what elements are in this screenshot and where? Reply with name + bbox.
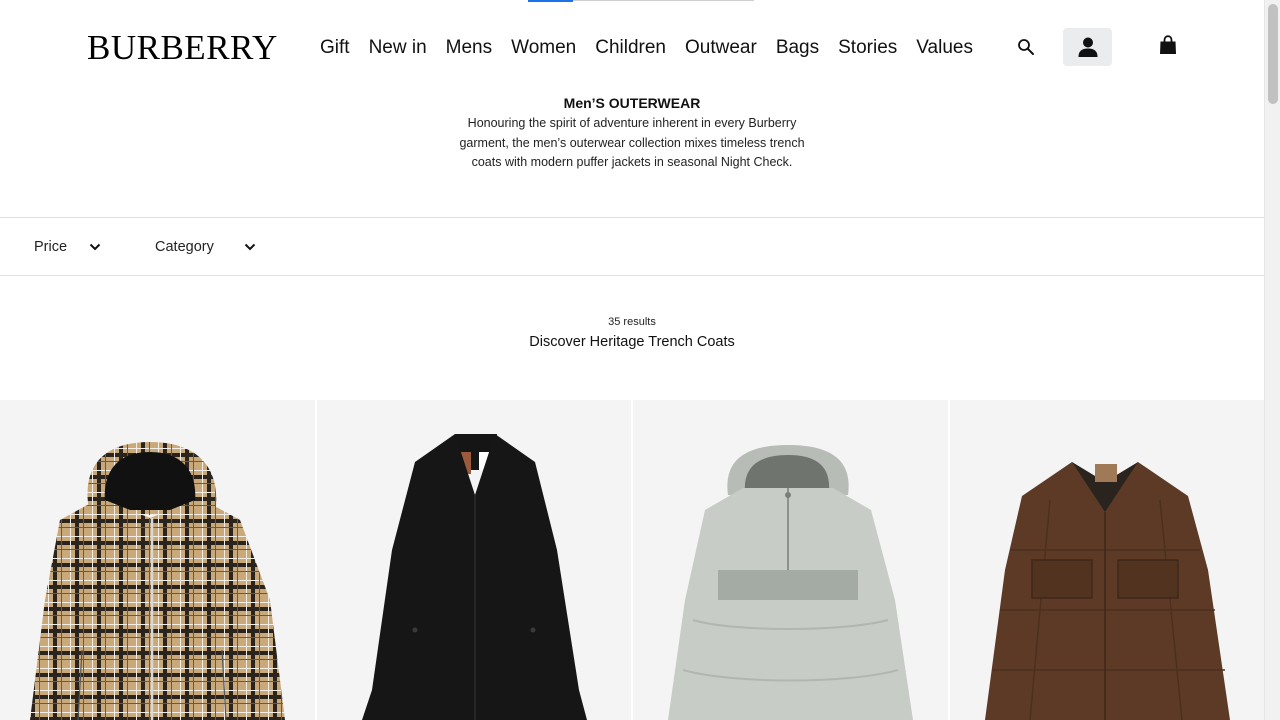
- filter-bar: Price Category: [0, 217, 1264, 276]
- nav-item-new-in[interactable]: New in: [369, 36, 427, 60]
- results-summary: 35 results Discover Heritage Trench Coat…: [0, 313, 1264, 352]
- category-description: Honouring the spirit of adventure inhere…: [459, 116, 805, 169]
- search-button[interactable]: [1010, 30, 1042, 64]
- category-filter-dropdown[interactable]: Category: [155, 218, 256, 275]
- results-count: 35 results: [608, 316, 656, 328]
- site-header: BURBERRY Gift New in Mens Women Children…: [0, 0, 1264, 96]
- brand-logo[interactable]: BURBERRY: [87, 28, 278, 68]
- category-intro: Men’S OUTERWEAR Honouring the spirit of …: [0, 94, 1264, 173]
- shopping-bag-icon: [1160, 35, 1176, 54]
- nav-item-gift[interactable]: Gift: [320, 36, 350, 60]
- product-image-puffer-anorak: [668, 445, 913, 720]
- chevron-down-icon: [89, 243, 101, 250]
- main-nav: Gift New in Mens Women Children Outwear …: [320, 36, 992, 60]
- chevron-down-icon: [244, 243, 256, 250]
- search-icon: [1018, 39, 1034, 55]
- nav-item-children[interactable]: Children: [595, 36, 666, 60]
- nav-item-stories[interactable]: Stories: [838, 36, 897, 60]
- product-image-black-coat: [361, 434, 587, 720]
- scrollbar-thumb[interactable]: [1268, 4, 1278, 104]
- user-icon: [1078, 37, 1097, 57]
- nav-item-bags[interactable]: Bags: [776, 36, 819, 60]
- product-image-check-jacket: [30, 442, 285, 720]
- nav-item-women[interactable]: Women: [511, 36, 576, 60]
- page-scrollbar[interactable]: [1264, 0, 1280, 720]
- product-card[interactable]: [316, 400, 631, 720]
- shopping-bag-button[interactable]: [1152, 28, 1184, 62]
- product-image-quilted-jacket: [984, 462, 1230, 720]
- price-filter-label: Price: [34, 238, 68, 255]
- product-card[interactable]: [0, 400, 315, 720]
- product-card[interactable]: [633, 400, 948, 720]
- account-button[interactable]: [1063, 28, 1112, 66]
- category-filter-label: Category: [155, 238, 214, 255]
- product-grid: [0, 400, 1264, 720]
- nav-item-mens[interactable]: Mens: [446, 36, 492, 60]
- price-filter-dropdown[interactable]: Price: [34, 218, 101, 275]
- product-card[interactable]: [949, 400, 1264, 720]
- nav-item-outwear[interactable]: Outwear: [685, 36, 757, 60]
- page-title: Men’S OUTERWEAR: [563, 95, 701, 111]
- results-heading-link[interactable]: Discover Heritage Trench Coats: [0, 332, 1264, 352]
- nav-item-values[interactable]: Values: [916, 36, 973, 60]
